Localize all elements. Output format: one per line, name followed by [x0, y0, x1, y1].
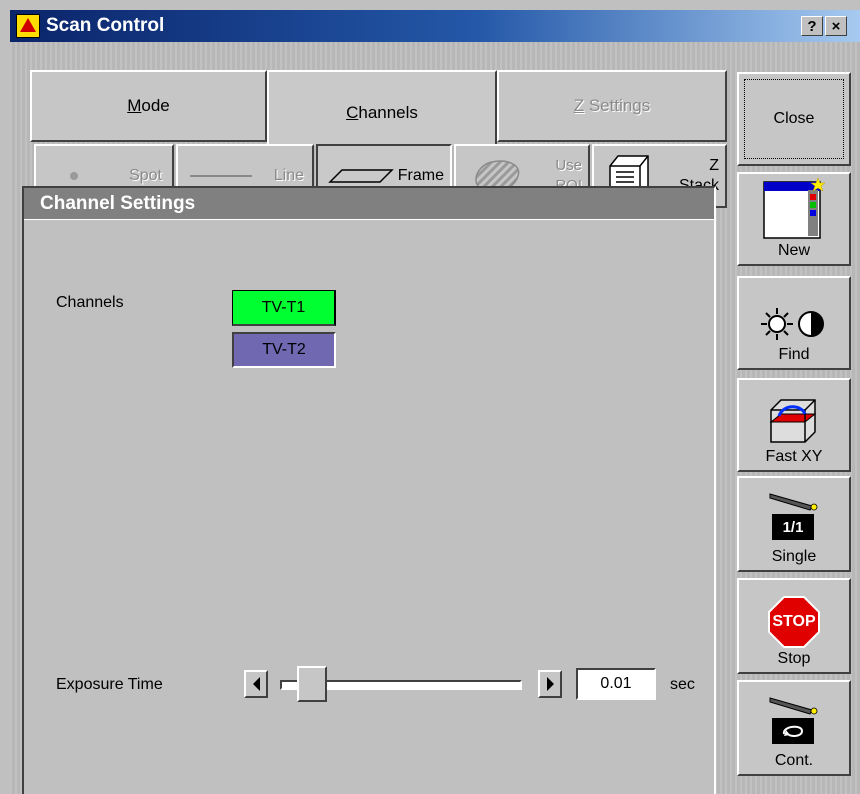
spot-icon [70, 172, 78, 180]
channels-label: Channels [56, 294, 124, 311]
app-icon [16, 14, 40, 38]
find-button[interactable]: Find [737, 276, 851, 370]
title-bar[interactable]: Scan Control ? × [10, 10, 860, 42]
frame-icon [328, 169, 394, 183]
tab-z-settings[interactable]: Z Settings [497, 70, 727, 142]
slider-thumb[interactable] [297, 666, 327, 702]
exposure-value-field[interactable]: 0.01 [576, 668, 656, 700]
window-close-button[interactable]: × [825, 16, 847, 36]
stop-button[interactable]: STOP Stop [737, 578, 851, 674]
channel-button-tv-t2[interactable]: TV-T2 [232, 332, 336, 368]
single-button-label: Single [771, 548, 817, 565]
exposure-slider[interactable] [280, 666, 522, 702]
scan-mode-spot-label: Spot [129, 167, 162, 184]
channel-button-tv-t1[interactable]: TV-T1 [232, 290, 336, 326]
fast-xy-button[interactable]: Fast XY [737, 378, 851, 472]
loop-icon [782, 725, 804, 737]
tab-mode-label: Mode [127, 96, 170, 115]
single-button[interactable]: 1/1 Single [737, 476, 851, 572]
exposure-unit-label: sec [670, 676, 695, 693]
exposure-decrease-button[interactable] [244, 670, 268, 698]
line-icon [190, 175, 252, 177]
arrow-right-icon [546, 677, 554, 691]
continuous-scan-icon [768, 694, 820, 750]
stop-sign-text: STOP [772, 613, 816, 630]
close-button[interactable]: Close [737, 72, 851, 166]
new-button[interactable]: New [737, 172, 851, 266]
window-title: Scan Control [46, 15, 165, 36]
help-button[interactable]: ? [801, 16, 823, 36]
tab-channels[interactable]: Channels [267, 70, 497, 146]
find-button-label: Find [778, 346, 810, 363]
channel-settings-panel: Channel Settings Channels TV-T1 TV-T2 Ex… [22, 186, 716, 794]
continuous-button[interactable]: Cont. [737, 680, 851, 776]
brightness-contrast-icon [761, 308, 824, 340]
new-button-label: New [777, 242, 810, 259]
tab-channels-label: Channels [346, 103, 418, 122]
continuous-button-label: Cont. [774, 752, 814, 769]
tab-mode[interactable]: Mode [30, 70, 267, 142]
stop-button-label: Stop [777, 650, 811, 667]
focus-rect [744, 79, 844, 159]
exposure-time-label: Exposure Time [56, 676, 163, 693]
single-scan-icon: 1/1 [768, 490, 820, 546]
new-window-icon [763, 178, 826, 239]
exposure-increase-button[interactable] [538, 670, 562, 698]
arrow-left-icon [252, 677, 260, 691]
scan-mode-frame-label: Frame [397, 167, 444, 184]
panel-header: Channel Settings [24, 188, 714, 220]
stop-sign-icon: STOP [768, 596, 820, 648]
fast-xy-icon [769, 399, 817, 443]
fast-xy-button-label: Fast XY [765, 448, 823, 465]
single-ratio-label: 1/1 [772, 514, 814, 540]
scan-mode-line-label: Line [273, 167, 304, 184]
tab-z-settings-label: Z Settings [573, 96, 651, 115]
